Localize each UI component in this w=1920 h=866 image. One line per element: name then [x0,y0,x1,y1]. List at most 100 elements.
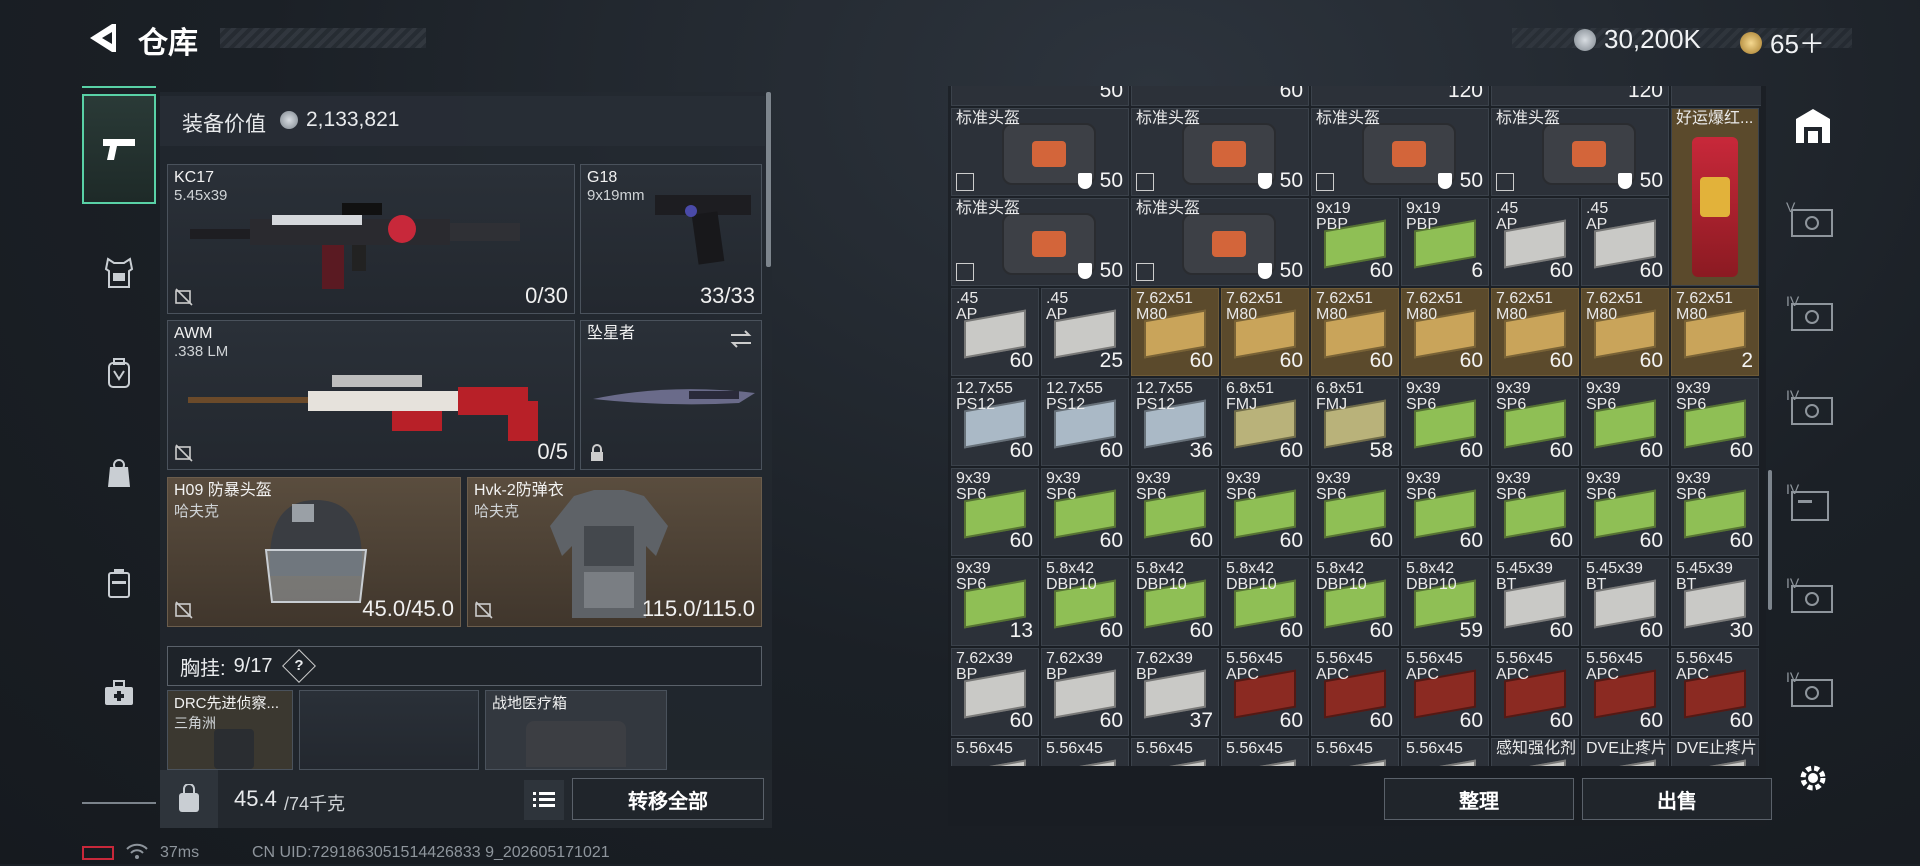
rig-slot[interactable]: DRC先进侦察... 三角洲 [167,690,293,770]
inventory-partial-cell[interactable]: 60 [1131,86,1309,106]
inventory-item-ammo[interactable]: 9x39 SP6 60 [1041,468,1129,556]
list-view-button[interactable] [524,780,564,820]
inventory-item-ammo[interactable]: 9x39 SP6 60 [1131,468,1219,556]
inventory-item-bag[interactable]: 标准头盔 50 [1131,198,1309,286]
inventory-item-ammo[interactable]: DVE止疼片 [1671,738,1759,766]
inventory-item-ammo[interactable]: 5.56x45 [1041,738,1129,766]
inventory-item-ammo[interactable]: 感知强化剂 [1491,738,1579,766]
inventory-item-ammo[interactable]: 5.45x39 BT 60 [1581,558,1669,646]
settings-button[interactable] [1780,748,1846,808]
weapon-slot-primary[interactable]: KC17 5.45x39 0/30 [167,164,575,314]
inventory-item-ammo[interactable]: 7.62x51 M80 60 [1131,288,1219,376]
rail-box-4a[interactable]: IV [1780,282,1846,342]
inventory-item-ammo[interactable]: 9x39 SP6 60 [1671,378,1759,466]
rig-slot-empty[interactable] [299,690,479,770]
inventory-item-ammo[interactable]: 9x39 SP6 13 [951,558,1039,646]
inventory-item-ammo[interactable]: 12.7x55 PS12 60 [1041,378,1129,466]
inventory-item-ammo[interactable]: 5.56x45 APC 60 [1671,648,1759,736]
inventory-item-ammo[interactable]: 5.8x42 DBP10 59 [1401,558,1489,646]
rail-box-4c[interactable]: IV [1780,470,1846,530]
tab-backpack[interactable] [82,336,156,410]
inventory-item-ammo[interactable]: 9x39 SP6 60 [1221,468,1309,556]
inventory-partial-cell[interactable]: 50 [951,86,1129,106]
inventory-item-ammo[interactable]: 9x39 SP6 60 [951,468,1039,556]
inventory-item-bag[interactable]: 标准头盔 50 [951,198,1129,286]
inventory-item-ammo[interactable]: 7.62x51 M80 60 [1311,288,1399,376]
inventory-item-ammo[interactable]: 5.56x45 [1311,738,1399,766]
inventory-item-ammo[interactable]: 9x19 PBP 6 [1401,198,1489,286]
helmet-slot[interactable]: H09 防暴头盔 哈夫克 45.0/45.0 [167,477,461,627]
rail-box-5[interactable]: V [1780,188,1846,248]
tab-container[interactable] [82,546,156,620]
inventory-item-ammo[interactable]: 5.56x45 APC 60 [1491,648,1579,736]
chest-rig-bar[interactable]: 胸挂: 9/17 ? [167,646,762,686]
inventory-item-ammo[interactable]: 12.7x55 PS12 36 [1131,378,1219,466]
inventory-item-bag[interactable]: 标准头盔 50 [1311,108,1489,196]
inventory-partial-cell[interactable]: 120 [1491,86,1669,106]
help-icon[interactable]: ? [281,649,316,683]
inventory-item-ammo[interactable]: 5.56x45 [1131,738,1219,766]
inventory-item-ammo[interactable]: 5.45x39 BT 60 [1491,558,1579,646]
inventory-item-ammo[interactable]: 9x39 SP6 60 [1401,378,1489,466]
inventory-item-ammo[interactable]: 5.8x42 DBP10 60 [1221,558,1309,646]
inventory-item-ammo[interactable]: 7.62x51 M80 60 [1581,288,1669,376]
inventory-item-bag[interactable]: 标准头盔 50 [951,108,1129,196]
tab-medical[interactable] [82,656,156,730]
inventory-item-bag[interactable]: 标准头盔 50 [1491,108,1669,196]
inventory-item-ammo[interactable]: 5.56x45 APC 60 [1221,648,1309,736]
inventory-item-ammo[interactable]: 5.8x42 DBP10 60 [1131,558,1219,646]
inventory-item-ammo[interactable]: 5.45x39 BT 30 [1671,558,1759,646]
inventory-item-ammo[interactable]: 7.62x39 BP 60 [1041,648,1129,736]
inventory-item-ammo[interactable]: 5.8x42 DBP10 60 [1041,558,1129,646]
rail-storage[interactable] [1780,96,1846,156]
inventory-partial-cell[interactable]: 120 [1671,86,1761,106]
inventory-item-ammo[interactable]: 7.62x51 M80 60 [1401,288,1489,376]
inventory-item-ammo[interactable]: 7.62x51 M80 2 [1671,288,1759,376]
body-armor-slot[interactable]: Hvk-2防弹衣 哈夫克 115.0/115.0 [467,477,762,627]
inventory-item-ammo[interactable]: 5.56x45 [1221,738,1309,766]
inventory-item-ammo[interactable]: 12.7x55 PS12 60 [951,378,1039,466]
inventory-item-ammo[interactable]: 9x39 SP6 60 [1491,468,1579,556]
inventory-item-ammo[interactable]: 6.8x51 FMJ 60 [1221,378,1309,466]
inventory-item-ammo[interactable]: 5.56x45 [951,738,1039,766]
weapon-slot-secondary[interactable]: AWM .338 LM 0/5 [167,320,575,470]
tab-weapons[interactable] [82,94,156,204]
transfer-all-button[interactable]: 转移全部 [572,778,764,820]
inventory-item-ammo[interactable]: 7.62x51 M80 60 [1221,288,1309,376]
currency-gold[interactable]: 65＋ [1740,24,1825,61]
inventory-item-ammo[interactable]: 9x39 SP6 60 [1581,468,1669,556]
back-button[interactable] [82,18,122,58]
inventory-item-ammo[interactable]: 5.56x45 APC 60 [1311,648,1399,736]
inventory-item-ammo[interactable]: 7.62x39 BP 60 [951,648,1039,736]
currency-silver[interactable]: 30,200K [1574,24,1701,55]
inventory-item-ammo[interactable]: 7.62x39 BP 37 [1131,648,1219,736]
tab-armor[interactable] [82,236,156,310]
sell-button[interactable]: 出售 [1582,778,1772,820]
rail-box-4d[interactable]: IV [1780,564,1846,624]
inventory-item-ammo[interactable]: .45 AP 60 [1581,198,1669,286]
rail-box-4b[interactable]: IV [1780,376,1846,436]
melee-slot[interactable]: 坠星者 [580,320,762,470]
inventory-item-ammo[interactable]: 9x39 SP6 60 [1401,468,1489,556]
inventory-item-firecracker[interactable]: 好运爆红... [1671,108,1759,286]
inventory-item-ammo[interactable]: 5.8x42 DBP10 60 [1311,558,1399,646]
swap-icon[interactable] [729,329,753,349]
inventory-item-ammo[interactable]: 9x39 SP6 60 [1311,468,1399,556]
equipment-scrollbar[interactable] [766,92,771,267]
weapon-slot-pistol[interactable]: G18 9x19mm 33/33 [580,164,762,314]
inventory-item-ammo[interactable]: 9x39 SP6 60 [1491,378,1579,466]
inventory-item-ammo[interactable]: .45 AP 25 [1041,288,1129,376]
inventory-item-ammo[interactable]: 6.8x51 FMJ 58 [1311,378,1399,466]
inventory-item-ammo[interactable]: 9x39 SP6 60 [1671,468,1759,556]
inventory-item-ammo[interactable]: DVE止疼片 [1581,738,1669,766]
sort-button[interactable]: 整理 [1384,778,1574,820]
inventory-item-ammo[interactable]: 9x19 PBP 60 [1311,198,1399,286]
tab-pouch[interactable] [82,436,156,510]
inventory-item-ammo[interactable]: 5.56x45 APC 60 [1581,648,1669,736]
inventory-partial-cell[interactable]: 120 [1311,86,1489,106]
rail-box-4e[interactable]: IV [1780,658,1846,718]
inventory-item-ammo[interactable]: .45 AP 60 [951,288,1039,376]
inventory-item-ammo[interactable]: 5.56x45 [1401,738,1489,766]
inventory-item-ammo[interactable]: 9x39 SP6 60 [1581,378,1669,466]
inventory-item-ammo[interactable]: .45 AP 60 [1491,198,1579,286]
